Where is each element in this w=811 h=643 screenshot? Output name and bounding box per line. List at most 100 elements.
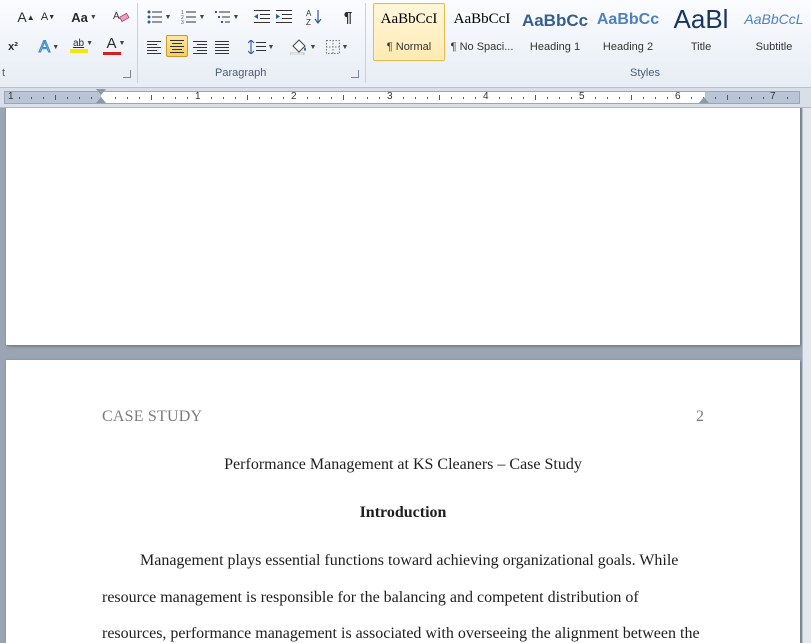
style-name: ¶ No Spaci... — [450, 41, 514, 53]
shading-bucket-icon — [289, 39, 306, 55]
borders-icon — [325, 40, 340, 54]
ribbon: A ▲ A ▼ Aa ▼ A x² A ▼ ab ▼ A ▼ t ▼ 1 2 3… — [0, 0, 811, 88]
ruler-dot — [463, 97, 464, 99]
ruler-number: 6 — [675, 91, 681, 102]
ruler-dot — [643, 97, 644, 99]
first-line-indent-marker[interactable] — [96, 89, 106, 95]
ruler-dot — [739, 97, 740, 99]
change-case-button[interactable]: Aa ▼ — [68, 6, 100, 28]
sort-button[interactable]: A Z — [304, 6, 326, 28]
ruler-dot — [427, 97, 428, 99]
ruler-track[interactable]: 1 1 2 3 4 5 6 7 — [4, 91, 800, 104]
align-left-icon — [147, 40, 161, 54]
ruler-tick — [55, 95, 56, 100]
numbering-icon: 1 2 3 — [181, 10, 196, 24]
ruler-dot — [175, 97, 176, 99]
ruler-right-margin — [705, 92, 799, 103]
ruler-tick — [151, 95, 152, 100]
highlight-button[interactable]: ab ▼ — [66, 34, 100, 56]
ruler-dot — [595, 97, 596, 99]
borders-button[interactable]: ▼ — [322, 36, 352, 58]
section-heading: Introduction — [359, 504, 447, 521]
show-formatting-marks-button[interactable]: ¶ — [338, 6, 358, 28]
running-head: CASE STUDY — [102, 408, 203, 425]
decrease-indent-button[interactable] — [252, 6, 272, 28]
style-heading-2[interactable]: AaBbCc Heading 2 — [592, 3, 664, 61]
numbering-button[interactable]: 1 2 3 ▼ — [178, 6, 208, 28]
shrink-font-button[interactable]: A ▼ — [38, 6, 58, 28]
ruler-dot — [499, 97, 500, 99]
highlight-color-bar — [70, 48, 88, 53]
align-left-button[interactable] — [144, 36, 164, 58]
ruler-dot — [43, 97, 44, 99]
right-indent-marker[interactable] — [699, 97, 709, 103]
ruler-number: 7 — [770, 91, 776, 102]
increase-indent-icon — [276, 10, 292, 23]
document-area[interactable]: CASE STUDY 2 Performance Management at K… — [0, 108, 811, 643]
grow-font-button[interactable]: A ▲ — [16, 6, 36, 28]
svg-text:A: A — [113, 11, 120, 22]
ruler-dot — [163, 97, 164, 99]
ruler-number: 4 — [483, 91, 489, 102]
ruler-dot — [691, 97, 692, 99]
clear-formatting-button[interactable]: A — [110, 5, 132, 27]
page-1[interactable] — [6, 108, 800, 345]
paragraph-dialog-launcher[interactable] — [351, 70, 359, 78]
ruler-dot — [787, 97, 788, 99]
ruler-dot — [139, 97, 140, 99]
ruler-dot — [763, 97, 764, 99]
style-name: ¶ Normal — [386, 41, 432, 53]
style-title[interactable]: AaBl Title — [665, 3, 737, 61]
style-name: Heading 1 — [529, 41, 581, 53]
ruler-dot — [619, 97, 620, 99]
shading-button[interactable]: ▼ — [288, 36, 318, 58]
ruler-dot — [19, 97, 20, 99]
ruler-dot — [187, 97, 188, 99]
ruler-number: 1 — [195, 91, 201, 102]
svg-text:A: A — [306, 9, 312, 18]
ruler-tick — [727, 95, 728, 100]
justify-icon — [215, 40, 229, 54]
page-2[interactable]: CASE STUDY 2 Performance Management at K… — [6, 360, 800, 643]
style-heading-1[interactable]: AaBbCc Heading 1 — [519, 3, 591, 61]
ruler-dot — [115, 97, 116, 99]
font-color-bar — [103, 52, 121, 55]
hanging-indent-marker[interactable] — [96, 97, 106, 103]
body-text-line: Management plays essential functions tow… — [140, 552, 679, 569]
style-subtitle[interactable]: AaBbCcL Subtitle — [738, 3, 810, 61]
ruler-tick — [247, 95, 248, 100]
styles-gallery: AaBbCcI ¶ Normal AaBbCcI ¶ No Spaci... A… — [370, 3, 811, 63]
increase-indent-button[interactable] — [274, 6, 294, 28]
ruler-dot — [655, 97, 656, 99]
ruler-dot — [331, 97, 332, 99]
font-color-button[interactable]: A ▼ — [100, 34, 132, 56]
ruler-tick — [535, 95, 536, 100]
page-number: 2 — [696, 408, 704, 425]
ruler-dot — [667, 97, 668, 99]
ruler-tick — [631, 95, 632, 100]
vertical-scrollbar[interactable] — [802, 108, 811, 643]
horizontal-ruler: 1 1 2 3 4 5 6 7 — [0, 88, 811, 108]
style-no-spacing[interactable]: AaBbCcI ¶ No Spaci... — [446, 3, 518, 61]
justify-button[interactable] — [212, 36, 232, 58]
line-spacing-button[interactable]: ▼ — [246, 36, 276, 58]
document-title: Performance Management at KS Cleaners – … — [224, 456, 582, 473]
ruler-dot — [403, 97, 404, 99]
ruler-dot — [259, 97, 260, 99]
style-sample: AaBbCcI — [380, 11, 438, 27]
style-sample: AaBbCc — [521, 11, 589, 30]
multilevel-list-button[interactable]: ▼ — [212, 6, 242, 28]
style-name: Title — [690, 41, 712, 53]
ruler-dot — [319, 97, 320, 99]
ruler-dot — [715, 97, 716, 99]
font-dialog-launcher[interactable] — [123, 70, 131, 78]
text-effects-button[interactable]: A ▼ — [34, 36, 64, 58]
align-center-button[interactable] — [166, 35, 188, 57]
body-text-line: resources, performance management is ass… — [102, 625, 700, 642]
superscript-button[interactable]: x² — [4, 36, 22, 58]
align-right-button[interactable] — [190, 36, 210, 58]
sort-icon: A Z — [306, 9, 322, 26]
ruler-dot — [559, 97, 560, 99]
style-normal[interactable]: AaBbCcI ¶ Normal — [373, 3, 445, 61]
bullets-button[interactable]: ▼ — [144, 6, 174, 28]
